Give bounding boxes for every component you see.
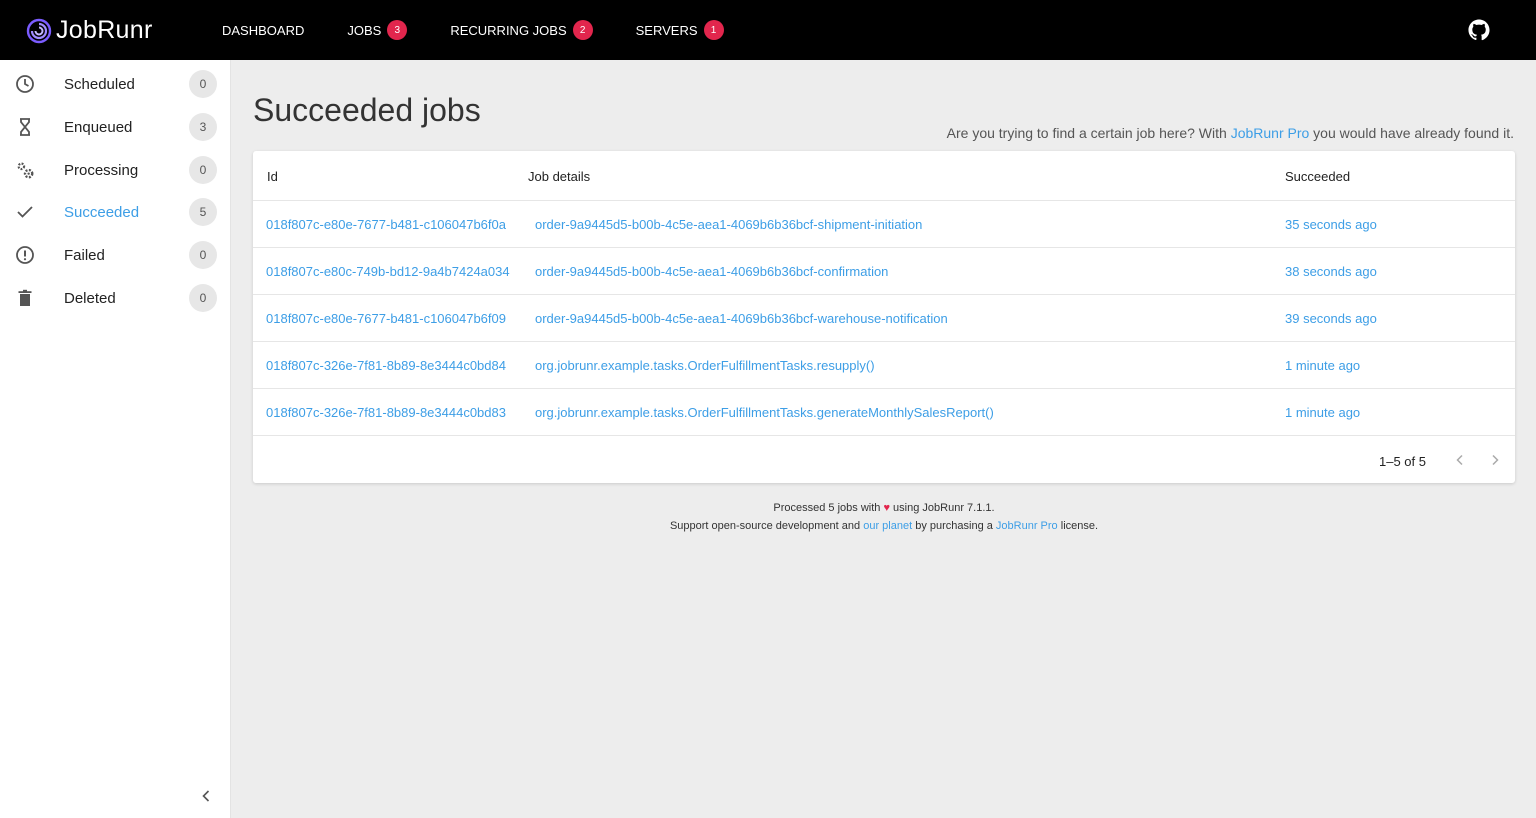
footer-line-2: Support open-source development and our …: [253, 517, 1515, 535]
nav-label: JOBS: [347, 22, 382, 38]
sidebar-item-label: Enqueued: [64, 118, 133, 136]
table-row[interactable]: 018f807c-e80c-749b-bd12-9a4b7424a034 ord…: [253, 248, 1515, 295]
alert-icon: [15, 245, 35, 265]
jobrunr-pro-link[interactable]: JobRunr Pro: [1231, 125, 1310, 141]
job-details-link[interactable]: org.jobrunr.example.tasks.OrderFulfillme…: [535, 358, 875, 373]
succeeded-time[interactable]: 1 minute ago: [1285, 405, 1360, 420]
sidebar-item-succeeded[interactable]: Succeeded 5: [0, 191, 231, 233]
column-header-job-details: Job details: [528, 169, 591, 184]
sidebar-item-failed[interactable]: Failed 0: [0, 234, 231, 276]
footer-text: by purchasing a: [912, 520, 996, 532]
deleted-count: 0: [189, 284, 217, 312]
job-id-link[interactable]: 018f807c-e80e-7677-b481-c106047b6f09: [266, 311, 506, 326]
succeeded-time[interactable]: 1 minute ago: [1285, 358, 1360, 373]
table-row[interactable]: 018f807c-326e-7f81-8b89-8e3444c0bd84 org…: [253, 342, 1515, 389]
previous-page-button[interactable]: [1450, 450, 1470, 470]
column-header-id: Id: [267, 169, 278, 184]
footer-text: using JobRunr 7.1.1.: [890, 502, 995, 514]
footer-text: Processed 5 jobs with: [773, 502, 884, 514]
footer-text: Support open-source development and: [669, 520, 864, 532]
jobrunr-spiral-icon: [26, 18, 52, 43]
jobs-count-badge: 3: [387, 20, 408, 40]
job-details-link[interactable]: org.jobrunr.example.tasks.OrderFulfillme…: [535, 405, 994, 420]
succeeded-time[interactable]: 38 seconds ago: [1285, 264, 1377, 279]
nav-jobs[interactable]: JOBS 3: [347, 20, 408, 40]
column-header-succeeded: Succeeded: [1285, 169, 1351, 184]
nav-label: DASHBOARD: [222, 22, 305, 38]
main-nav: DASHBOARD JOBS 3 RECURRING JOBS 2 SERVER…: [222, 0, 767, 60]
job-id-link[interactable]: 018f807c-e80e-7677-b481-c106047b6f0a: [266, 217, 506, 232]
footer-text: license.: [1057, 520, 1099, 532]
sidebar-item-deleted[interactable]: Deleted 0: [0, 277, 231, 319]
pagination-range: 1–5 of 5: [1379, 454, 1426, 469]
top-app-bar: JobRunr DASHBOARD JOBS 3 RECURRING JOBS …: [0, 0, 1536, 60]
jobs-table-card: Id Job details Succeeded 018f807c-e80e-7…: [253, 151, 1515, 483]
github-icon[interactable]: [1468, 19, 1490, 41]
footer: Processed 5 jobs with ♥ using JobRunr 7.…: [253, 499, 1515, 535]
trash-icon: [15, 288, 35, 308]
processing-count: 0: [189, 156, 217, 184]
job-details-link[interactable]: order-9a9445d5-b00b-4c5e-aea1-4069b6b36b…: [535, 264, 888, 279]
succeeded-time[interactable]: 39 seconds ago: [1285, 311, 1377, 326]
clock-icon: [15, 74, 35, 94]
nav-label: SERVERS: [635, 22, 698, 38]
sidebar-item-label: Deleted: [64, 289, 116, 307]
chevron-left-icon: [1456, 454, 1463, 466]
failed-count: 0: [189, 241, 217, 269]
job-id-link[interactable]: 018f807c-326e-7f81-8b89-8e3444c0bd83: [266, 405, 506, 420]
nav-label: RECURRING JOBS: [450, 22, 567, 38]
check-icon: [15, 202, 35, 222]
chevron-right-icon: [1492, 454, 1499, 466]
collapse-sidebar-chevron-icon[interactable]: [198, 788, 214, 804]
gears-icon: [15, 160, 35, 180]
job-id-link[interactable]: 018f807c-e80c-749b-bd12-9a4b7424a034: [266, 264, 510, 279]
our-planet-link[interactable]: our planet: [863, 520, 912, 532]
sidebar-item-label: Failed: [64, 246, 105, 264]
succeeded-time[interactable]: 35 seconds ago: [1285, 217, 1377, 232]
recurring-jobs-count-badge: 2: [572, 20, 593, 40]
page-title: Succeeded jobs: [253, 92, 481, 128]
job-details-link[interactable]: order-9a9445d5-b00b-4c5e-aea1-4069b6b36b…: [535, 311, 948, 326]
enqueued-count: 3: [189, 113, 217, 141]
promo-text-before: Are you trying to find a certain job her…: [946, 125, 1231, 141]
next-page-button[interactable]: [1485, 450, 1505, 470]
sidebar-item-label: Scheduled: [64, 75, 135, 93]
nav-recurring-jobs[interactable]: RECURRING JOBS 2: [450, 20, 593, 40]
pro-promo-text: Are you trying to find a certain job her…: [947, 125, 1514, 141]
table-row[interactable]: 018f807c-e80e-7677-b481-c106047b6f0a ord…: [253, 201, 1515, 248]
table-row[interactable]: 018f807c-326e-7f81-8b89-8e3444c0bd83 org…: [253, 389, 1515, 436]
sidebar: Scheduled 0 Enqueued 3 Processing 0 Succ…: [0, 60, 231, 818]
nav-servers[interactable]: SERVERS 1: [636, 20, 724, 40]
hourglass-icon: [15, 117, 35, 137]
sidebar-item-scheduled[interactable]: Scheduled 0: [0, 63, 231, 105]
succeeded-count: 5: [189, 198, 217, 226]
sidebar-item-processing[interactable]: Processing 0: [0, 149, 231, 191]
sidebar-item-label: Succeeded: [64, 203, 140, 221]
servers-count-badge: 1: [703, 20, 724, 40]
jobrunr-pro-footer-link[interactable]: JobRunr Pro: [996, 520, 1058, 532]
scheduled-count: 0: [189, 70, 217, 98]
sidebar-item-label: Processing: [64, 161, 139, 179]
logo[interactable]: JobRunr: [26, 16, 153, 45]
sidebar-item-enqueued[interactable]: Enqueued 3: [0, 106, 231, 148]
footer-line-1: Processed 5 jobs with ♥ using JobRunr 7.…: [253, 499, 1515, 517]
table-header: Id Job details Succeeded: [253, 151, 1515, 201]
promo-text-after: you would have already found it.: [1309, 125, 1514, 141]
job-id-link[interactable]: 018f807c-326e-7f81-8b89-8e3444c0bd84: [266, 358, 506, 373]
app-name: JobRunr: [56, 16, 153, 44]
job-details-link[interactable]: order-9a9445d5-b00b-4c5e-aea1-4069b6b36b…: [535, 217, 922, 232]
table-pagination: 1–5 of 5: [253, 437, 1515, 483]
table-row[interactable]: 018f807c-e80e-7677-b481-c106047b6f09 ord…: [253, 295, 1515, 342]
nav-dashboard[interactable]: DASHBOARD: [222, 23, 304, 38]
